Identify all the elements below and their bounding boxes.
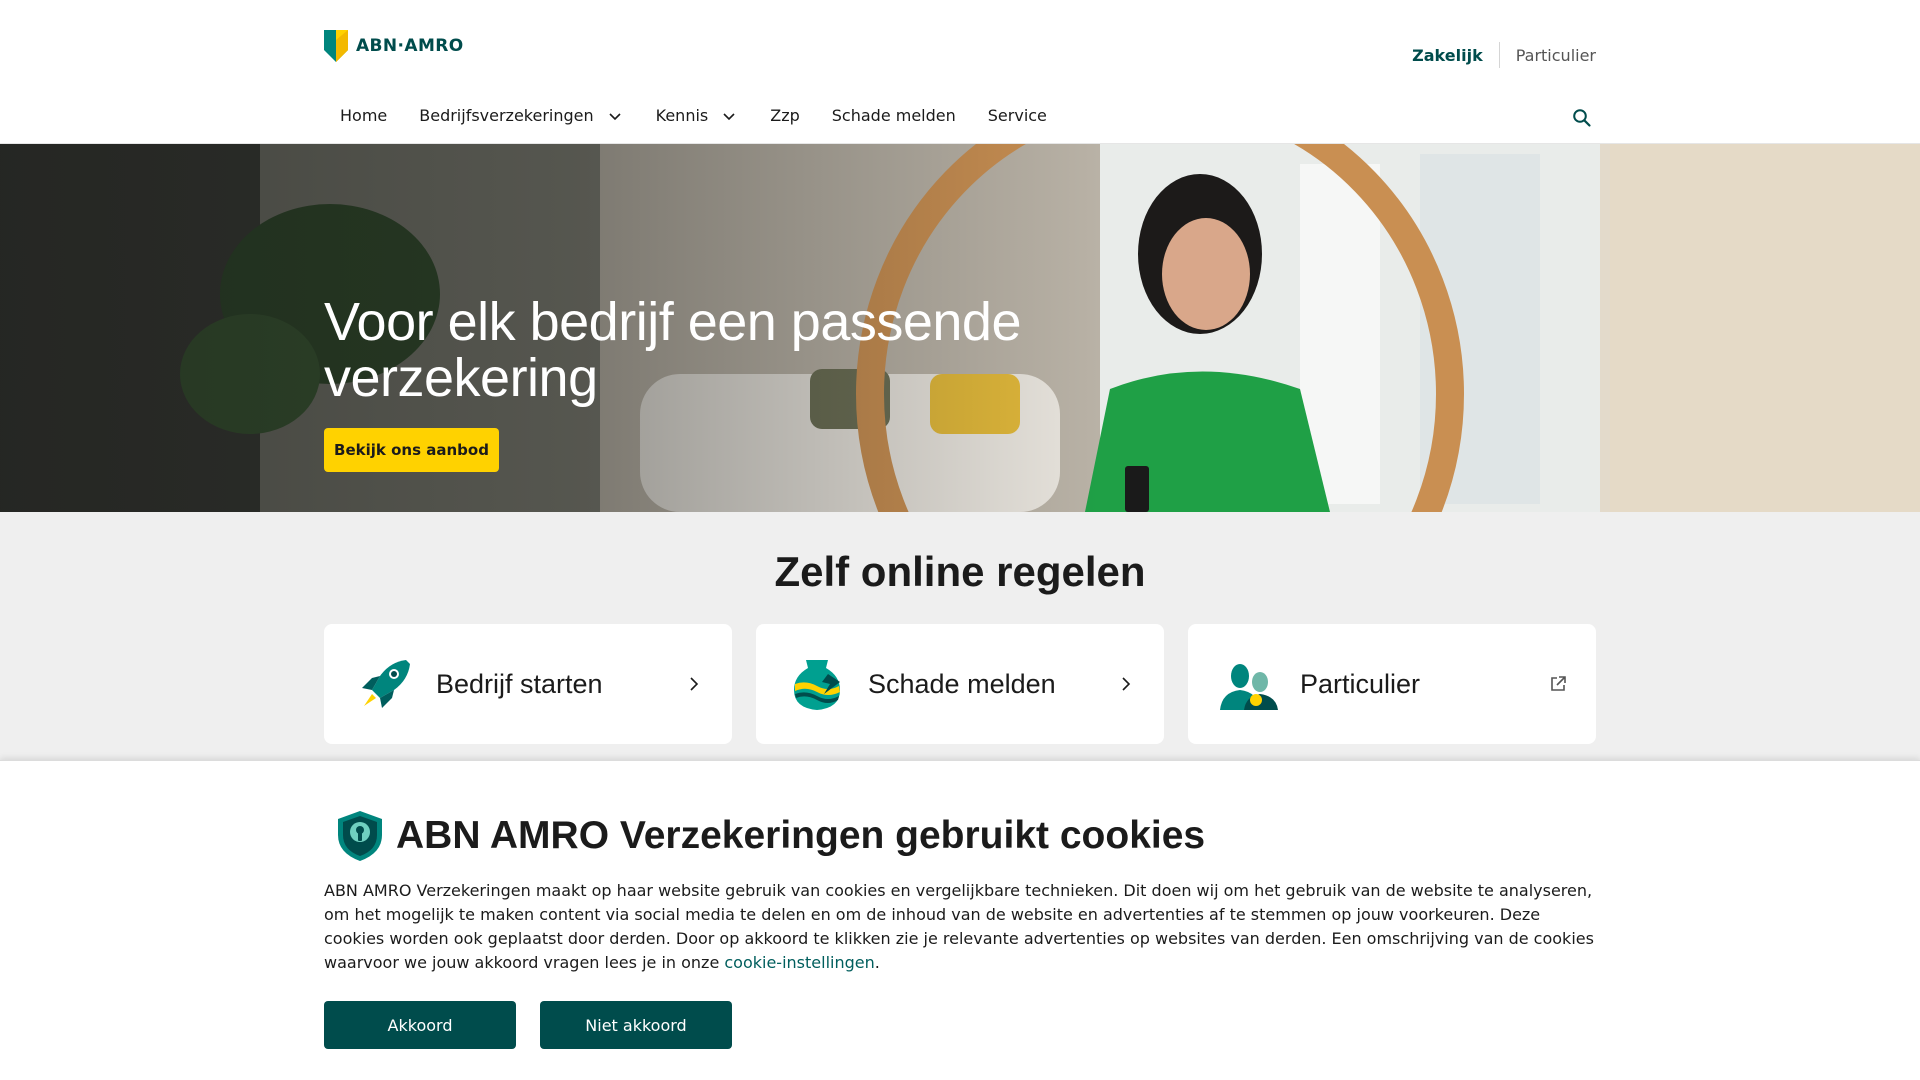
shield-keyhole-icon (338, 811, 382, 861)
cookie-banner: ABN AMRO Verzekeringen gebruikt cookies … (0, 760, 1920, 1080)
cookie-body-text: ABN AMRO Verzekeringen maakt op haar web… (324, 881, 1594, 972)
cookie-settings-link[interactable]: cookie-instellingen (724, 953, 874, 972)
decline-cookies-button[interactable]: Niet akkoord (540, 1001, 732, 1049)
self-service-section: Zelf online regelen Bedrijf starten Scha… (0, 512, 1920, 760)
nav-item-schade-melden[interactable]: Schade melden (816, 100, 972, 131)
rocket-icon (362, 660, 410, 708)
nav-item-service[interactable]: Service (972, 100, 1063, 131)
hero-title: Voor elk bedrijf een passende verzekerin… (324, 292, 1022, 408)
chevron-down-icon (609, 112, 621, 120)
external-link-icon (1551, 676, 1566, 691)
nav-item-kennis[interactable]: Kennis (640, 100, 755, 131)
nav-item-zzp[interactable]: Zzp (754, 100, 816, 131)
cookie-actions: Akkoord Niet akkoord (324, 1001, 732, 1049)
main-nav: Home Bedrijfsverzekeringen Kennis Zzp Sc… (324, 100, 1063, 131)
shield-logo-icon (324, 30, 348, 62)
view-offer-button[interactable]: Bekijk ons aanbod (324, 428, 499, 472)
people-icon (1220, 664, 1278, 710)
section-title: Zelf online regelen (774, 548, 1146, 595)
search-icon (1573, 109, 1591, 127)
site-header: ABN·AMRO Zakelijk Particulier Home Bedri… (0, 0, 1920, 144)
hero-banner: Voor elk bedrijf een passende verzekerin… (0, 144, 1920, 512)
card-label: Particulier (1300, 668, 1421, 699)
segment-switch: Zakelijk Particulier (1396, 42, 1596, 68)
chevron-right-icon (1122, 677, 1131, 691)
card-bedrijf-starten[interactable]: Bedrijf starten (324, 624, 732, 744)
accept-cookies-button[interactable]: Akkoord (324, 1001, 516, 1049)
nav-item-bedrijfsverzekeringen[interactable]: Bedrijfsverzekeringen (403, 100, 639, 131)
card-particulier[interactable]: Particulier (1188, 624, 1596, 744)
search-button[interactable] (1568, 104, 1596, 132)
card-schade-melden[interactable]: Schade melden (756, 624, 1164, 744)
chevron-down-icon (723, 112, 735, 120)
broken-vase-icon (794, 660, 840, 710)
chevron-right-icon (690, 677, 699, 691)
nav-label: Home (340, 106, 388, 125)
cookie-title: ABN AMRO Verzekeringen gebruikt cookies (396, 814, 1206, 857)
self-service-cards: Bedrijf starten Schade melden Particulie… (324, 624, 1596, 744)
nav-label: Kennis (655, 106, 709, 125)
card-label: Schade melden (868, 668, 1056, 699)
cookie-description: ABN AMRO Verzekeringen maakt op haar web… (324, 881, 1594, 972)
nav-label: Bedrijfsverzekeringen (419, 106, 594, 125)
nav-label: Schade melden (831, 106, 956, 125)
logo-text: ABN·AMRO (356, 36, 464, 56)
segment-zakelijk[interactable]: Zakelijk (1396, 46, 1499, 65)
segment-particulier[interactable]: Particulier (1500, 46, 1596, 65)
nav-item-home[interactable]: Home (324, 100, 403, 131)
nav-label: Service (987, 106, 1047, 125)
cookie-header: ABN AMRO Verzekeringen gebruikt cookies (334, 809, 1205, 863)
abn-amro-logo[interactable]: ABN·AMRO (324, 30, 464, 62)
nav-label: Zzp (770, 106, 800, 125)
card-label: Bedrijf starten (436, 668, 603, 699)
